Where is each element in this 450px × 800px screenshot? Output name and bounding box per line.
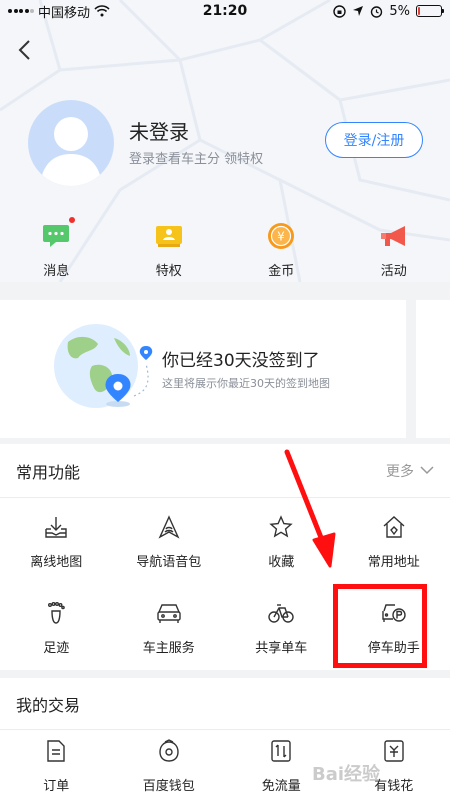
more-button[interactable]: 更多 [386, 461, 434, 481]
my-trades-header: 我的交易 [0, 678, 450, 730]
quick-item-activity[interactable]: 活动 [338, 222, 450, 279]
section-title: 我的交易 [16, 695, 81, 715]
next-card-peek[interactable] [416, 300, 450, 438]
alarm-icon [371, 5, 383, 18]
back-button[interactable] [10, 36, 38, 64]
grid-label: 离线地图 [30, 554, 83, 570]
voice-pack-icon [155, 513, 183, 541]
grid-label: 有钱花 [374, 778, 414, 794]
status-bar: 中国移动 21:20 5% [0, 0, 450, 22]
grid-item-voice-pack[interactable]: 导航语音包 [113, 498, 226, 584]
my-trades-section: 我的交易 订单 百度钱包 免流量 有钱花 [0, 678, 450, 800]
avatar[interactable] [28, 100, 114, 186]
quick-label: 消息 [43, 264, 70, 279]
quick-label: 金币 [268, 264, 295, 279]
message-icon [41, 217, 76, 250]
status-right: 5% [333, 3, 444, 19]
location-arrow-icon [353, 6, 364, 16]
globe-signin-icon [54, 324, 153, 408]
footprint-icon [42, 599, 70, 627]
grid-label: 收藏 [268, 554, 295, 570]
grid-item-car-service[interactable]: 车主服务 [113, 584, 226, 670]
home-address-icon [380, 513, 408, 541]
common-functions-header: 常用功能 更多 [0, 444, 450, 498]
unread-dot [69, 217, 76, 223]
wifi-icon [94, 5, 110, 17]
rotation-lock-icon [333, 4, 347, 18]
grid-item-footprint[interactable]: 足迹 [0, 584, 113, 670]
quick-item-privilege[interactable]: 特权 [113, 222, 226, 279]
grid-label: 共享单车 [255, 640, 308, 656]
quick-item-coin[interactable]: ¥ 金币 [225, 222, 338, 279]
offline-map-icon [42, 513, 70, 541]
grid-item-offline-map[interactable]: 离线地图 [0, 498, 113, 584]
battery-icon [416, 5, 444, 17]
annotation-highlight-box [333, 584, 427, 668]
signin-subtitle: 这里将展示你最近30天的签到地图 [162, 377, 330, 390]
svg-text:¥: ¥ [277, 230, 285, 244]
grid-label: 车主服务 [142, 640, 195, 656]
my-trades-grid: 订单 百度钱包 免流量 有钱花 [0, 730, 450, 800]
grid-label: 导航语音包 [136, 554, 202, 570]
money-icon [380, 737, 408, 765]
user-subtitle: 登录查看车主分 领特权 [129, 152, 264, 167]
more-label: 更多 [386, 463, 414, 480]
grid-label: 免流量 [261, 778, 301, 794]
bike-icon [267, 599, 295, 627]
default-avatar-icon [40, 117, 102, 186]
grid-item-favorites[interactable]: 收藏 [225, 498, 338, 584]
login-register-button[interactable]: 登录/注册 [325, 122, 423, 158]
wallet-icon [155, 737, 183, 765]
grid-item-shared-bike[interactable]: 共享单车 [225, 584, 338, 670]
privilege-icon [154, 222, 184, 250]
megaphone-icon [379, 222, 409, 250]
profile-header: 未登录 登录查看车主分 领特权 登录/注册 消息 特权 ¥ 金币 活动 [0, 0, 450, 282]
chevron-down-icon [420, 466, 434, 475]
car-icon [155, 599, 183, 627]
carrier-name: 中国移动 [38, 5, 91, 21]
grid-item-common-address[interactable]: 常用地址 [338, 498, 450, 584]
battery-percent: 5% [389, 3, 410, 19]
watermark: Bai经验 [312, 764, 381, 785]
grid-label: 百度钱包 [142, 778, 195, 794]
quick-entry-row: 消息 特权 ¥ 金币 活动 [0, 217, 450, 279]
user-name: 未登录 [129, 120, 189, 144]
status-left: 中国移动 [8, 2, 168, 21]
quick-label: 特权 [155, 264, 182, 279]
star-icon [267, 513, 295, 541]
section-title: 常用功能 [16, 462, 81, 482]
signin-title: 你已经30天没签到了 [162, 351, 320, 371]
signal-icon [8, 9, 34, 13]
coin-icon: ¥ [266, 222, 296, 250]
grid-item-orders[interactable]: 订单 [0, 730, 113, 800]
grid-label: 常用地址 [367, 554, 420, 570]
quick-item-message[interactable]: 消息 [0, 217, 113, 279]
back-arrow-icon [18, 40, 30, 60]
data-icon [267, 737, 295, 765]
order-icon [42, 737, 70, 765]
quick-label: 活动 [380, 264, 407, 279]
grid-label: 足迹 [43, 640, 70, 656]
grid-item-baidu-wallet[interactable]: 百度钱包 [113, 730, 226, 800]
grid-label: 订单 [43, 778, 70, 794]
